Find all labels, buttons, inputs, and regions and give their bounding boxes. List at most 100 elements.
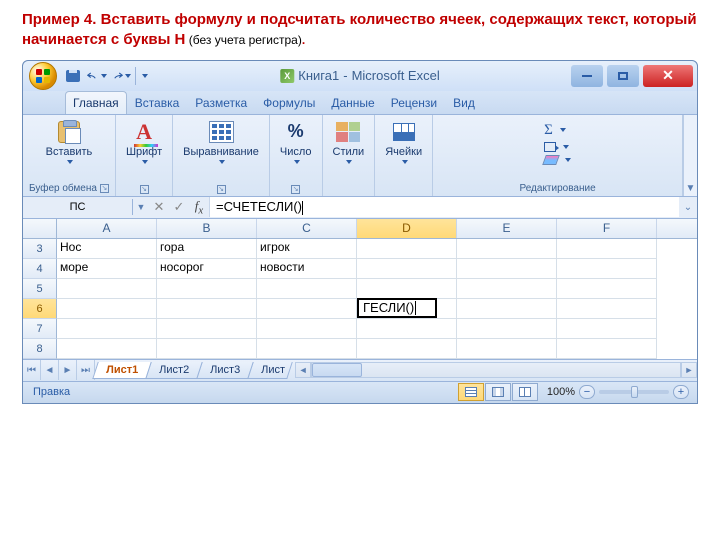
col-header-B[interactable]: B (157, 219, 257, 238)
cell-E5[interactable] (457, 279, 557, 299)
zoom-out-button[interactable]: − (579, 385, 595, 399)
cell-A3[interactable]: Нос (57, 239, 157, 259)
cell-D7[interactable] (357, 319, 457, 339)
office-button[interactable] (29, 62, 57, 90)
cancel-formula-button[interactable]: ✕ (149, 199, 169, 215)
cell-C3[interactable]: игрок (257, 239, 357, 259)
cell-F7[interactable] (557, 319, 657, 339)
hscroll-track[interactable] (311, 362, 681, 378)
dialog-launcher-icon[interactable]: ↘ (217, 185, 226, 194)
row-header-4[interactable]: 4 (23, 259, 57, 279)
cell-B4[interactable]: носорог (157, 259, 257, 279)
cell-C5[interactable] (257, 279, 357, 299)
cell-C6[interactable] (257, 299, 357, 319)
sheet-tab-1[interactable]: Лист1 (92, 362, 152, 379)
zoom-in-button[interactable]: + (673, 385, 689, 399)
row-header-5[interactable]: 5 (23, 279, 57, 299)
expand-formula-bar[interactable]: ⌄ (679, 202, 697, 213)
font-button[interactable]: A Шрифт (122, 118, 166, 166)
row-header-8[interactable]: 8 (23, 339, 57, 359)
cell-E7[interactable] (457, 319, 557, 339)
tab-insert[interactable]: Вставка (127, 91, 188, 114)
sheet-tab-3[interactable]: Лист3 (196, 362, 254, 379)
col-header-D[interactable]: D (357, 219, 457, 238)
col-header-C[interactable]: C (257, 219, 357, 238)
cell-E4[interactable] (457, 259, 557, 279)
fill-button[interactable] (544, 142, 571, 152)
row-header-6[interactable]: 6 (23, 299, 57, 319)
row-header-3[interactable]: 3 (23, 239, 57, 259)
cell-D3[interactable] (357, 239, 457, 259)
cell-B7[interactable] (157, 319, 257, 339)
tab-view[interactable]: Вид (445, 91, 483, 114)
formula-input[interactable]: =СЧЕТЕСЛИ() (209, 197, 679, 217)
clear-button[interactable] (544, 155, 571, 165)
dialog-launcher-icon[interactable]: ↘ (100, 184, 109, 193)
col-header-F[interactable]: F (557, 219, 657, 238)
close-button[interactable]: ✕ (643, 65, 693, 87)
cell-F4[interactable] (557, 259, 657, 279)
cell-F3[interactable] (557, 239, 657, 259)
dialog-launcher-icon[interactable]: ↘ (140, 185, 149, 194)
autosum-button[interactable]: Σ (544, 122, 571, 139)
cell-E8[interactable] (457, 339, 557, 359)
styles-button[interactable]: Стили (329, 118, 369, 166)
fx-button[interactable]: fx (189, 198, 209, 217)
cell-A4[interactable]: море (57, 259, 157, 279)
view-layout-button[interactable] (485, 383, 511, 401)
hscroll-right[interactable]: ► (681, 362, 697, 378)
undo-button[interactable] (87, 67, 107, 85)
dialog-launcher-icon[interactable]: ↘ (291, 185, 300, 194)
tab-review[interactable]: Рецензи (383, 91, 445, 114)
row-header-7[interactable]: 7 (23, 319, 57, 339)
sheet-tab-partial[interactable]: Лист (247, 362, 292, 379)
cell-A6[interactable] (57, 299, 157, 319)
cell-D4[interactable] (357, 259, 457, 279)
paste-button[interactable]: Вставить (42, 118, 97, 166)
cell-B5[interactable] (157, 279, 257, 299)
tab-layout[interactable]: Разметка (187, 91, 255, 114)
tab-home[interactable]: Главная (65, 91, 127, 114)
cell-F8[interactable] (557, 339, 657, 359)
cell-B6[interactable] (157, 299, 257, 319)
cell-B8[interactable] (157, 339, 257, 359)
zoom-level[interactable]: 100% (547, 386, 575, 398)
cell-C7[interactable] (257, 319, 357, 339)
cell-A8[interactable] (57, 339, 157, 359)
active-cell-editor[interactable]: ГЕСЛИ() (357, 298, 437, 318)
number-button[interactable]: % Число (276, 118, 316, 166)
zoom-thumb[interactable] (631, 386, 638, 398)
hscroll-left[interactable]: ◄ (295, 362, 311, 378)
sheet-tab-2[interactable]: Лист2 (145, 362, 203, 379)
minimize-button[interactable] (571, 65, 603, 87)
view-pagebreak-button[interactable] (512, 383, 538, 401)
cell-E3[interactable] (457, 239, 557, 259)
save-button[interactable] (63, 67, 83, 85)
ribbon-scroll[interactable]: ▼ (683, 115, 697, 196)
name-box-dropdown[interactable]: ▼ (133, 202, 149, 212)
sheet-nav-prev[interactable]: ◄ (41, 360, 59, 380)
zoom-slider[interactable] (599, 390, 669, 394)
col-header-E[interactable]: E (457, 219, 557, 238)
view-normal-button[interactable] (458, 383, 484, 401)
cell-A5[interactable] (57, 279, 157, 299)
cell-D8[interactable] (357, 339, 457, 359)
sheet-nav-first[interactable]: ⏮ (23, 360, 41, 380)
cell-B3[interactable]: гора (157, 239, 257, 259)
cell-F5[interactable] (557, 279, 657, 299)
enter-formula-button[interactable]: ✓ (169, 199, 189, 215)
select-all-corner[interactable] (23, 219, 57, 238)
cells-button[interactable]: Ячейки (381, 118, 426, 166)
tab-data[interactable]: Данные (323, 91, 382, 114)
redo-button[interactable] (111, 67, 131, 85)
tab-formulas[interactable]: Формулы (255, 91, 323, 114)
cell-F6[interactable] (557, 299, 657, 319)
hscroll-thumb[interactable] (312, 363, 362, 377)
cell-C4[interactable]: новости (257, 259, 357, 279)
cell-E6[interactable] (457, 299, 557, 319)
cell-C8[interactable] (257, 339, 357, 359)
qat-customize-icon[interactable] (142, 74, 148, 78)
cell-D5[interactable] (357, 279, 457, 299)
alignment-button[interactable]: Выравнивание (179, 118, 263, 166)
maximize-button[interactable] (607, 65, 639, 87)
